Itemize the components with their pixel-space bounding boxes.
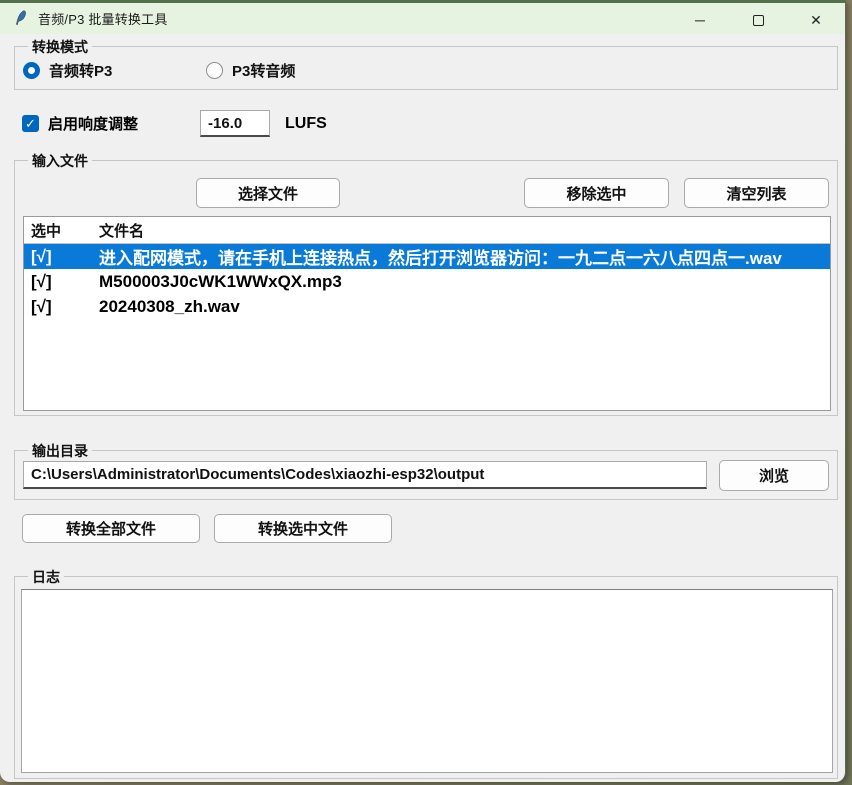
log-label: 日志 bbox=[28, 567, 64, 587]
log-group: 日志 bbox=[14, 576, 838, 779]
column-header-filename[interactable]: 文件名 bbox=[99, 220, 144, 241]
maximize-icon[interactable] bbox=[729, 3, 787, 37]
radio-selected-icon bbox=[23, 62, 40, 79]
input-files-group: 输入文件 选择文件 移除选中 清空列表 选中 文件名 [√] 进入配网模式，请在… bbox=[14, 160, 838, 416]
mode-group: 转换模式 音频转P3 P3转音频 bbox=[14, 46, 838, 90]
select-files-button[interactable]: 选择文件 bbox=[196, 178, 340, 208]
file-table: 选中 文件名 [√] 进入配网模式，请在手机上连接热点，然后打开浏览器访问：一九… bbox=[23, 216, 831, 411]
convert-all-button[interactable]: 转换全部文件 bbox=[22, 514, 200, 543]
remove-selected-button[interactable]: 移除选中 bbox=[524, 178, 669, 208]
loudness-checkbox[interactable]: ✓ bbox=[22, 115, 39, 132]
mode-group-label: 转换模式 bbox=[28, 37, 92, 57]
window-controls: ─ ✕ bbox=[671, 3, 845, 37]
app-window: 音频/P3 批量转换工具 ─ ✕ 转换模式 音频转P3 P3转音频 ✓ 启用响度… bbox=[0, 0, 846, 782]
titlebar: 音频/P3 批量转换工具 ─ ✕ bbox=[0, 0, 845, 34]
convert-selected-button[interactable]: 转换选中文件 bbox=[214, 514, 392, 543]
output-dir-label: 输出目录 bbox=[28, 441, 92, 461]
output-dir-group: 输出目录 浏览 bbox=[14, 450, 838, 500]
table-row[interactable]: [√] 进入配网模式，请在手机上连接热点，然后打开浏览器访问：一九二点一六八点四… bbox=[24, 244, 830, 269]
output-dir-input[interactable] bbox=[23, 461, 707, 489]
table-row[interactable]: [√] M500003J0cWK1WWxQX.mp3 bbox=[24, 269, 830, 294]
lufs-unit-label: LUFS bbox=[285, 115, 327, 133]
column-header-checked[interactable]: 选中 bbox=[24, 220, 99, 241]
clear-list-button[interactable]: 清空列表 bbox=[684, 178, 829, 208]
minimize-icon[interactable]: ─ bbox=[671, 3, 729, 37]
python-feather-icon bbox=[12, 10, 29, 27]
radio-unselected-icon bbox=[206, 62, 223, 79]
table-row[interactable]: [√] 20240308_zh.wav bbox=[24, 294, 830, 319]
loudness-label: 启用响度调整 bbox=[48, 113, 138, 134]
file-table-header: 选中 文件名 bbox=[24, 217, 830, 244]
loudness-row: ✓ 启用响度调整 LUFS bbox=[22, 110, 327, 137]
lufs-input[interactable] bbox=[200, 110, 270, 137]
window-title: 音频/P3 批量转换工具 bbox=[38, 9, 168, 28]
radio-audio-to-p3[interactable]: 音频转P3 bbox=[23, 60, 112, 81]
radio-p3-to-audio[interactable]: P3转音频 bbox=[206, 60, 295, 81]
input-files-label: 输入文件 bbox=[28, 151, 92, 171]
browse-button[interactable]: 浏览 bbox=[719, 460, 829, 491]
close-icon[interactable]: ✕ bbox=[787, 3, 845, 37]
log-textarea[interactable] bbox=[21, 589, 833, 773]
